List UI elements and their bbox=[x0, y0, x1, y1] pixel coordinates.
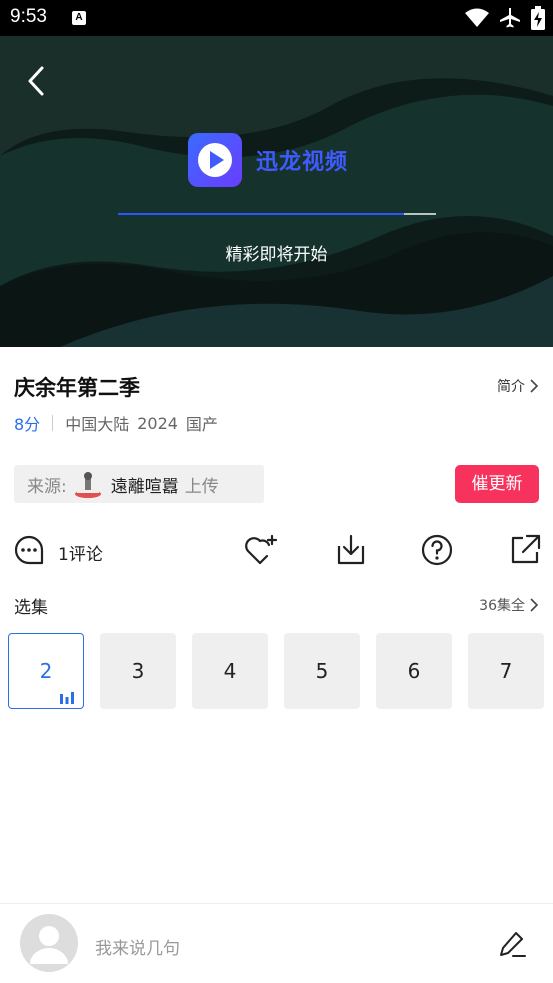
battery-charging-icon bbox=[531, 6, 545, 30]
episode-number: 7 bbox=[499, 659, 513, 683]
status-icons bbox=[465, 6, 545, 30]
show-meta: 8分 中国大陆 2024 国产 bbox=[14, 411, 218, 435]
source-label: 来源: bbox=[27, 476, 67, 497]
intro-link[interactable]: 简介 bbox=[497, 376, 539, 396]
loading-progress-bar bbox=[118, 213, 436, 215]
video-player[interactable]: 迅龙视频 精彩即将开始 bbox=[0, 36, 553, 347]
divider bbox=[52, 415, 54, 431]
score: 8分 bbox=[14, 415, 41, 434]
episodes-total: 36集全 bbox=[479, 598, 525, 614]
episode-item[interactable]: 2 bbox=[8, 633, 84, 709]
status-bar: 9:53 A bbox=[0, 0, 553, 36]
download-icon[interactable] bbox=[333, 532, 369, 568]
region: 中国大陆 bbox=[65, 415, 130, 434]
back-arrow-icon[interactable] bbox=[20, 62, 56, 100]
episode-item[interactable]: 3 bbox=[100, 633, 176, 709]
year: 2024 bbox=[137, 413, 178, 433]
episode-number: 2 bbox=[39, 659, 53, 683]
favorite-add-icon[interactable] bbox=[243, 532, 279, 568]
uploader-avatar-icon bbox=[74, 472, 101, 498]
episode-number: 6 bbox=[407, 659, 421, 683]
source-info[interactable]: 来源: 遠離喧囂 上传 bbox=[14, 465, 264, 503]
show-title: 庆余年第二季 bbox=[14, 376, 140, 400]
loading-progress-fill bbox=[118, 213, 405, 215]
wifi-icon bbox=[465, 8, 489, 27]
edit-pencil-icon[interactable] bbox=[497, 928, 527, 960]
episode-item[interactable]: 6 bbox=[376, 633, 452, 709]
comment-count[interactable]: 1评论 bbox=[58, 540, 103, 565]
episode-item[interactable]: 5 bbox=[284, 633, 360, 709]
now-playing-icon bbox=[60, 692, 74, 704]
intro-link-label: 简介 bbox=[497, 379, 525, 395]
episode-number: 5 bbox=[315, 659, 329, 683]
share-icon[interactable] bbox=[507, 532, 543, 568]
episode-number: 4 bbox=[223, 659, 237, 683]
upload-suffix: 上传 bbox=[184, 476, 219, 497]
comment-icon[interactable] bbox=[13, 534, 45, 566]
chevron-right-icon bbox=[530, 598, 539, 612]
brand-name: 迅龙视频 bbox=[256, 150, 349, 175]
chevron-right-icon bbox=[530, 379, 539, 393]
comment-bar: 我来说几句 bbox=[0, 903, 553, 983]
app-logo-icon bbox=[188, 133, 242, 187]
urge-update-button[interactable]: 催更新 bbox=[455, 465, 539, 503]
episodes-total-link[interactable]: 36集全 bbox=[479, 595, 539, 615]
episode-number: 3 bbox=[131, 659, 145, 683]
notification-badge-icon: A bbox=[72, 11, 86, 25]
episode-list: 2 3 4 5 6 7 bbox=[8, 633, 544, 709]
episode-item[interactable]: 7 bbox=[468, 633, 544, 709]
player-background bbox=[0, 36, 553, 347]
loading-text: 精彩即将开始 bbox=[225, 245, 328, 265]
uploader-name: 遠離喧囂 bbox=[110, 476, 179, 497]
default-avatar-icon bbox=[30, 926, 68, 964]
airplane-icon bbox=[500, 8, 520, 28]
comment-input[interactable]: 我来说几句 bbox=[95, 934, 180, 959]
origin: 国产 bbox=[185, 415, 218, 434]
help-icon[interactable] bbox=[419, 532, 455, 568]
episode-item[interactable]: 4 bbox=[192, 633, 268, 709]
clock: 9:53 bbox=[10, 6, 47, 27]
episodes-title: 选集 bbox=[14, 598, 48, 618]
user-avatar[interactable] bbox=[20, 914, 78, 972]
